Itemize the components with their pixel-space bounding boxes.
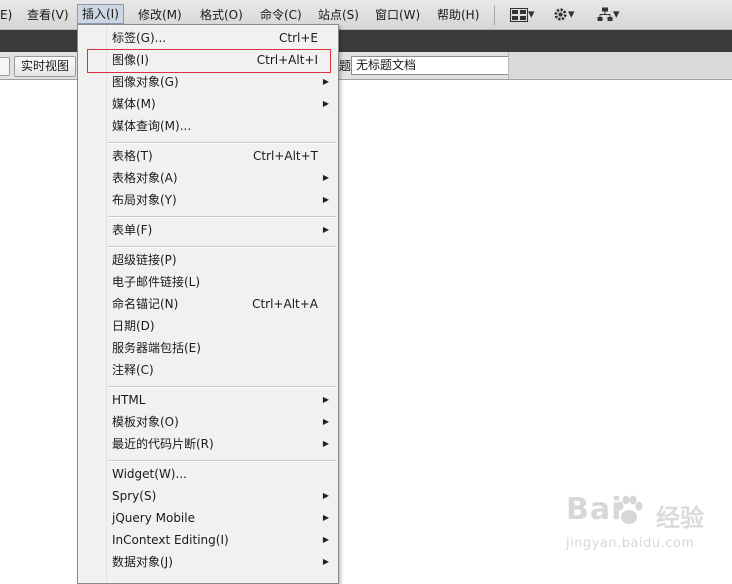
menubar-separator (494, 5, 495, 25)
insert-menu-dropdown: 标签(G)... Ctrl+E 图像(I) Ctrl+Alt+I 图像对象(G) ▶ 媒体(… (77, 24, 339, 584)
menu-item-label: 表格(T) (112, 149, 153, 163)
submenu-arrow-icon: ▶ (322, 195, 329, 204)
chevron-down-icon: ▾ (568, 7, 575, 22)
menu-item-label: 媒体查询(M)... (112, 119, 192, 133)
menu-separator (108, 386, 336, 388)
toolbar-right-area (508, 52, 732, 79)
watermark-url: jingyan.baidu.com (566, 536, 695, 551)
menu-item-table[interactable]: 表格(T) Ctrl+Alt+T (78, 145, 338, 167)
submenu-arrow-icon: ▶ (322, 439, 329, 448)
submenu-arrow-icon: ▶ (322, 173, 329, 182)
submenu-arrow-icon: ▶ (322, 77, 329, 86)
menu-item-comment[interactable]: 注释(C) (78, 359, 338, 381)
menu-item-spry[interactable]: Spry(S) ▶ (78, 485, 338, 507)
menu-item-tag[interactable]: 标签(G)... Ctrl+E (78, 27, 338, 49)
title-input[interactable]: 无标题文档 (351, 56, 515, 75)
menu-separator (108, 460, 336, 462)
menu-item-label: 媒体(M) (112, 97, 156, 111)
view-button[interactable] (0, 57, 10, 76)
menu-help[interactable]: 帮助(H) (433, 5, 483, 25)
menu-item-label: 电子邮件链接(L) (112, 275, 201, 289)
watermark-jingyan: 经验 (656, 504, 704, 532)
menu-item-label: 表格对象(A) (112, 171, 178, 185)
menu-item-label: jQuery Mobile (112, 511, 195, 525)
menu-item-label: 图像对象(G) (112, 75, 179, 89)
menu-item-label: 命名锚记(N) (112, 297, 179, 311)
submenu-arrow-icon: ▶ (322, 225, 329, 234)
menu-edit[interactable]: E) (0, 5, 16, 25)
menu-item-media-queries[interactable]: 媒体查询(M)... (78, 115, 338, 137)
menu-view[interactable]: 查看(V) (23, 5, 73, 25)
live-view-button[interactable]: 实时视图 (14, 56, 77, 77)
menu-item-label: 最近的代码片断(R) (112, 437, 214, 451)
submenu-arrow-icon: ▶ (322, 99, 329, 108)
menu-item-label: 数据对象(J) (112, 555, 173, 569)
menu-item-label: HTML (112, 393, 146, 407)
menu-item-template-objects[interactable]: 模板对象(O) ▶ (78, 411, 338, 433)
menu-item-widget[interactable]: Widget(W)... (78, 463, 338, 485)
menu-item-label: 布局对象(Y) (112, 193, 177, 207)
menu-item-table-objects[interactable]: 表格对象(A) ▶ (78, 167, 338, 189)
submenu-arrow-icon: ▶ (322, 535, 329, 544)
menu-item-hyperlink[interactable]: 超级链接(P) (78, 249, 338, 271)
menu-item-label: 超级链接(P) (112, 253, 177, 267)
menu-format[interactable]: 格式(O) (196, 5, 247, 25)
menu-item-server-side-include[interactable]: 服务器端包括(E) (78, 337, 338, 359)
submenu-arrow-icon: ▶ (322, 491, 329, 500)
submenu-arrow-icon: ▶ (322, 417, 329, 426)
menu-item-label: 服务器端包括(E) (112, 341, 201, 355)
menu-item-data-objects[interactable]: 数据对象(J) ▶ (78, 551, 338, 573)
menu-item-label: InContext Editing(I) (112, 533, 229, 547)
menu-item-label: Widget(W)... (112, 467, 187, 481)
paw-icon (616, 495, 643, 524)
menu-item-shortcut: Ctrl+E (279, 31, 318, 45)
menu-item-label: 日期(D) (112, 319, 155, 333)
menu-item-layout-objects[interactable]: 布局对象(Y) ▶ (78, 189, 338, 211)
menu-item-label: 注释(C) (112, 363, 154, 377)
menu-item-media[interactable]: 媒体(M) ▶ (78, 93, 338, 115)
menu-item-label: 模板对象(O) (112, 415, 179, 429)
menu-item-form[interactable]: 表单(F) ▶ (78, 219, 338, 241)
gear-icon[interactable]: ▾ (553, 6, 575, 24)
menu-separator (108, 142, 336, 144)
menu-item-image[interactable]: 图像(I) Ctrl+Alt+I (78, 49, 338, 71)
menu-item-jquery-mobile[interactable]: jQuery Mobile ▶ (78, 507, 338, 529)
menu-item-shortcut: Ctrl+Alt+T (252, 149, 318, 163)
menu-separator (108, 246, 336, 248)
menu-item-label: 表单(F) (112, 223, 153, 237)
menu-item-incontext-editing[interactable]: InContext Editing(I) ▶ (78, 529, 338, 551)
menu-insert[interactable]: 插入(I) (77, 4, 124, 24)
menu-item-html[interactable]: HTML ▶ (78, 389, 338, 411)
menu-item-date[interactable]: 日期(D) (78, 315, 338, 337)
menu-separator (108, 216, 336, 218)
chevron-down-icon: ▾ (613, 7, 620, 22)
menu-item-recent-snippets[interactable]: 最近的代码片断(R) ▶ (78, 433, 338, 455)
menu-commands[interactable]: 命令(C) (256, 5, 306, 25)
menu-item-label: 标签(G)... (112, 31, 167, 45)
menu-item-label: Spry(S) (112, 489, 157, 503)
submenu-arrow-icon: ▶ (322, 395, 329, 404)
menu-modify[interactable]: 修改(M) (134, 5, 186, 25)
submenu-arrow-icon: ▶ (322, 557, 329, 566)
site-icon[interactable]: ▾ (597, 6, 620, 24)
submenu-arrow-icon: ▶ (322, 513, 329, 522)
menu-site[interactable]: 站点(S) (314, 5, 363, 25)
menu-item-label: 图像(I) (112, 53, 149, 67)
menu-window[interactable]: 窗口(W) (371, 5, 424, 25)
menu-item-email-link[interactable]: 电子邮件链接(L) (78, 271, 338, 293)
menu-item-image-objects[interactable]: 图像对象(G) ▶ (78, 71, 338, 93)
menu-item-shortcut: Ctrl+Alt+A (252, 297, 318, 311)
menu-item-named-anchor[interactable]: 命名锚记(N) Ctrl+Alt+A (78, 293, 338, 315)
baidu-watermark: Bai 经验 jingyan.baidu.com (566, 492, 716, 562)
chevron-down-icon: ▾ (528, 7, 535, 22)
layout-icon[interactable]: ▾ (510, 6, 535, 24)
menu-item-shortcut: Ctrl+Alt+I (256, 53, 318, 67)
